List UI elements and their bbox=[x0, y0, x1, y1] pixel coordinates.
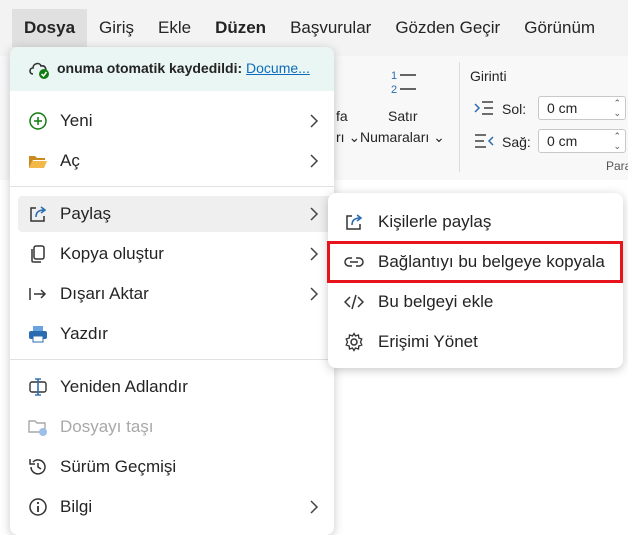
submenu-item-erisimi-yonet[interactable]: Erişimi Yönet bbox=[328, 323, 623, 361]
svg-text:1: 1 bbox=[391, 70, 397, 82]
girinti-label: Girinti bbox=[470, 68, 507, 84]
menu-item-disari-aktar[interactable]: Dışarı Aktar bbox=[18, 276, 334, 312]
submenu-item-label: Kişilerle paylaş bbox=[378, 212, 492, 231]
menu-divider bbox=[10, 359, 334, 360]
indent-left-icon bbox=[474, 101, 493, 115]
ribbon-partial-text: rı bbox=[336, 129, 345, 145]
menu-item-yeniden-adlandir[interactable]: Yeniden Adlandır bbox=[18, 369, 334, 405]
numaralari-label[interactable]: Numaraları ⌄ bbox=[360, 129, 445, 146]
satir-label[interactable]: Satır bbox=[388, 108, 418, 124]
printer-icon bbox=[29, 326, 47, 343]
autosave-banner: onuma otomatik kaydedildi: Docume... bbox=[10, 47, 334, 91]
autosave-location-link[interactable]: Docume... bbox=[246, 60, 310, 76]
submenu-item-label: Bu belgeyi ekle bbox=[378, 292, 494, 311]
menu-item-surum-gecmisi[interactable]: Sürüm Geçmişi bbox=[18, 449, 334, 485]
ribbon-partial-label-2[interactable]: rı ⌄ bbox=[336, 129, 360, 146]
share-submenu: Kişilerle paylaş Bağlantıyı bu belgeye k… bbox=[328, 193, 623, 368]
menu-item-label: Sürüm Geçmişi bbox=[60, 457, 177, 476]
spinner-arrows-icon[interactable]: ⌃ ⌄ bbox=[613, 131, 621, 151]
submenu-item-belgeyi-ekle[interactable]: Bu belgeyi ekle bbox=[328, 283, 623, 321]
chevron-right-icon bbox=[310, 287, 319, 301]
move-folder-icon bbox=[28, 420, 47, 436]
numaralari-text: Numaraları bbox=[360, 129, 430, 145]
chevron-right-icon bbox=[310, 154, 319, 168]
paragraph-group-label: Para bbox=[606, 159, 628, 173]
sag-indent-value: 0 cm bbox=[547, 133, 578, 149]
tab-duzen[interactable]: Düzen bbox=[203, 9, 278, 47]
chevron-right-icon bbox=[310, 207, 319, 221]
menu-item-label: Dosyayı taşı bbox=[60, 417, 154, 436]
menu-item-bilgi[interactable]: Bilgi bbox=[18, 489, 334, 525]
chevron-right-icon bbox=[310, 500, 319, 514]
link-icon bbox=[344, 257, 364, 267]
share-icon bbox=[30, 206, 47, 222]
menu-item-kopya-olustur[interactable]: Kopya oluştur bbox=[18, 236, 334, 272]
sol-label: Sol: bbox=[502, 101, 527, 117]
chevron-right-icon bbox=[310, 114, 319, 128]
menu-item-label: Kopya oluştur bbox=[60, 244, 164, 263]
indent-right-icon bbox=[475, 134, 494, 148]
sag-indent-input[interactable]: 0 cm ⌃ ⌄ bbox=[538, 129, 626, 153]
menu-item-label: Paylaş bbox=[60, 204, 112, 223]
menu-item-yeni[interactable]: Yeni bbox=[18, 103, 334, 139]
submenu-item-label: Bağlantıyı bu belgeye kopyala bbox=[378, 252, 605, 271]
copy-icon bbox=[31, 245, 45, 263]
tab-giris[interactable]: Giriş bbox=[87, 9, 146, 47]
ribbon-separator bbox=[459, 62, 460, 172]
new-plus-icon bbox=[29, 112, 47, 130]
menu-item-dosyayi-tasi: Dosyayı taşı bbox=[18, 409, 334, 445]
spinner-arrows-icon[interactable]: ⌃ ⌄ bbox=[613, 98, 621, 118]
info-icon bbox=[29, 498, 47, 516]
gear-icon bbox=[345, 332, 363, 352]
tab-ekle[interactable]: Ekle bbox=[146, 9, 203, 47]
file-menu: onuma otomatik kaydedildi: Docume... Yen… bbox=[10, 47, 334, 535]
tab-gorunum[interactable]: Görünüm bbox=[512, 9, 607, 47]
tab-dosya[interactable]: Dosya bbox=[12, 9, 88, 47]
menu-divider bbox=[10, 186, 334, 187]
menu-item-yazdir[interactable]: Yazdır bbox=[18, 316, 334, 352]
menu-item-label: Yazdır bbox=[60, 324, 108, 343]
tab-gozden-gecir[interactable]: Gözden Geçir bbox=[383, 9, 512, 47]
menu-item-label: Dışarı Aktar bbox=[60, 284, 149, 303]
sol-indent-value: 0 cm bbox=[547, 100, 578, 116]
rename-icon bbox=[29, 378, 47, 396]
sol-indent-input[interactable]: 0 cm ⌃ ⌄ bbox=[538, 96, 626, 120]
embed-code-icon bbox=[344, 294, 364, 310]
menu-item-paylas[interactable]: Paylaş bbox=[18, 196, 334, 232]
cloud-check-icon bbox=[29, 62, 49, 79]
menu-item-label: Yeniden Adlandır bbox=[60, 377, 188, 396]
tab-basvurular[interactable]: Başvurular bbox=[278, 9, 383, 47]
chevron-right-icon bbox=[310, 247, 319, 261]
line-numbers-icon[interactable]: 1 2 bbox=[390, 68, 420, 96]
submenu-item-baglanti-kopyala[interactable]: Bağlantıyı bu belgeye kopyala bbox=[328, 243, 623, 281]
menu-item-ac[interactable]: Aç bbox=[18, 143, 334, 179]
svg-text:2: 2 bbox=[391, 84, 397, 96]
sag-label: Sağ: bbox=[502, 134, 531, 150]
share-icon bbox=[346, 214, 363, 230]
ribbon-partial-label[interactable]: fa bbox=[336, 108, 348, 124]
autosave-text: onuma otomatik kaydedildi: Docume... bbox=[57, 60, 310, 76]
history-icon bbox=[29, 459, 46, 475]
menu-item-label: Yeni bbox=[60, 111, 93, 130]
autosave-message: onuma otomatik kaydedildi: bbox=[57, 60, 243, 76]
menu-item-label: Bilgi bbox=[60, 497, 93, 516]
folder-open-icon bbox=[29, 156, 47, 168]
export-arrow-icon bbox=[29, 288, 47, 300]
submenu-item-kisilerle-paylas[interactable]: Kişilerle paylaş bbox=[328, 203, 623, 241]
submenu-item-label: Erişimi Yönet bbox=[378, 332, 478, 351]
menu-item-label: Aç bbox=[60, 151, 80, 170]
